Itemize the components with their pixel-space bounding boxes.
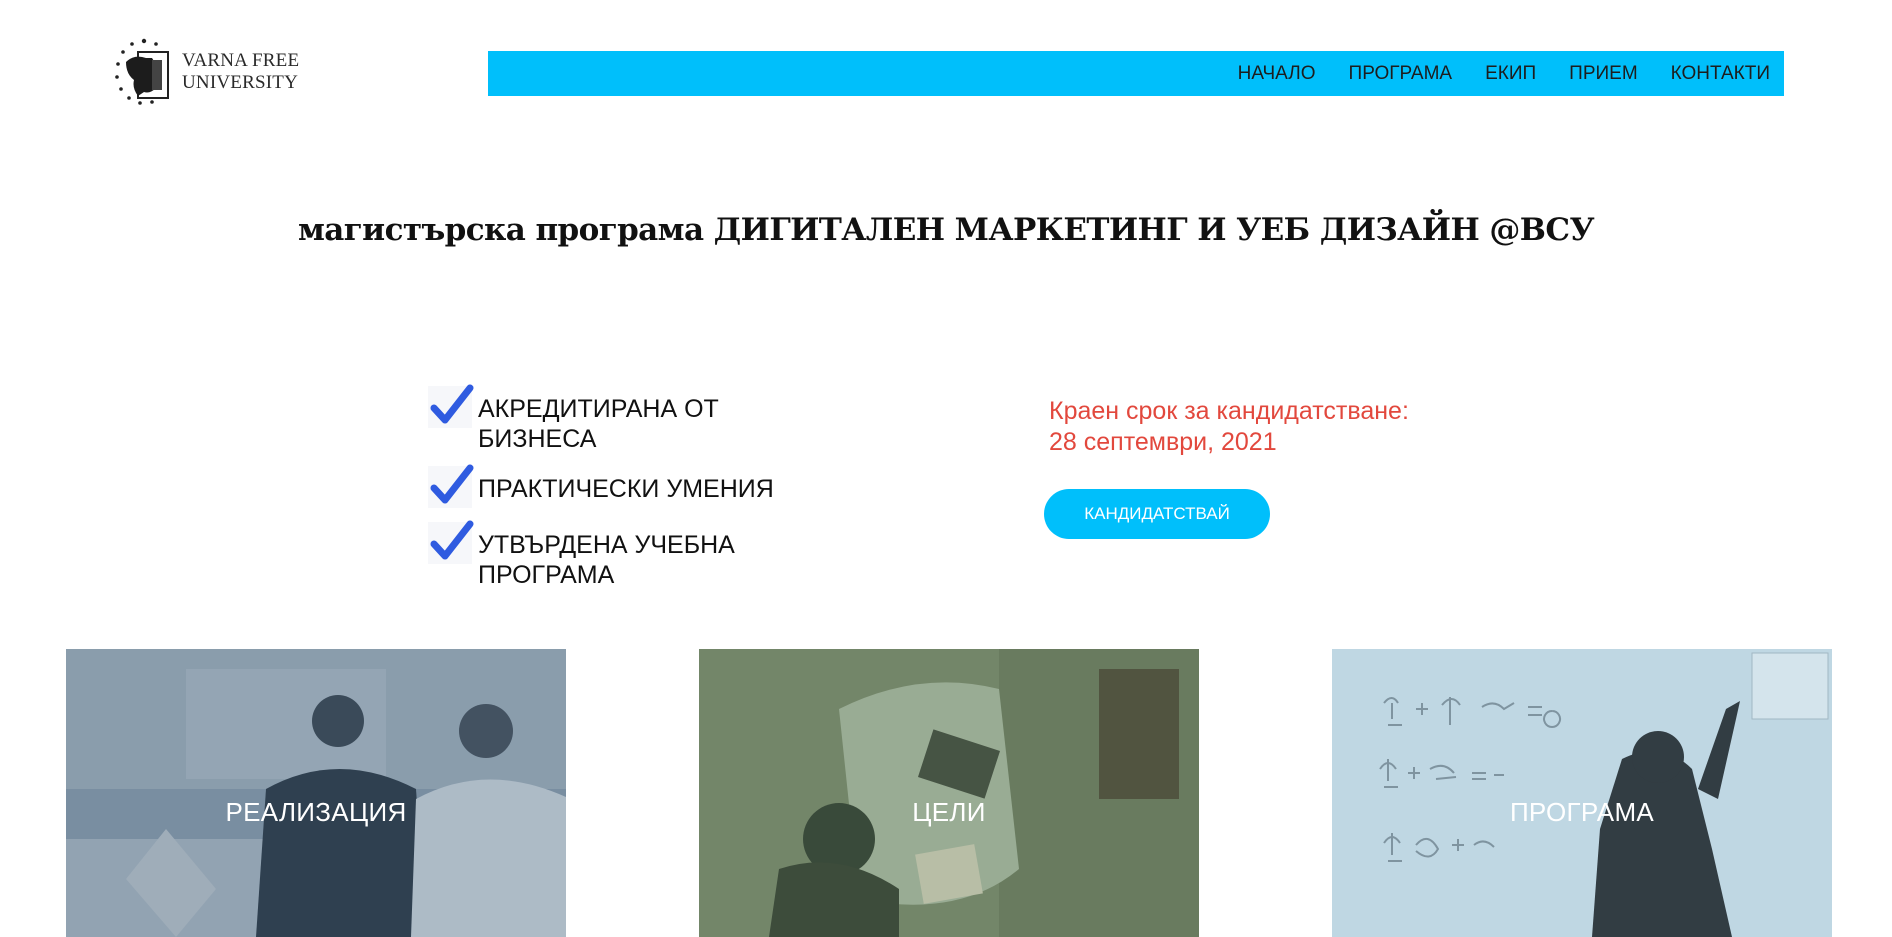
feature-label: ПРАКТИЧЕСКИ УМЕНИЯ	[478, 475, 774, 503]
university-emblem-icon	[112, 36, 176, 108]
logo-line-1: VARNA FREE	[182, 50, 300, 71]
deadline-label: Краен срок за кандидатстване:	[1049, 397, 1409, 425]
card-goals[interactable]: ЦЕЛИ	[699, 649, 1199, 937]
feature-label: АКРЕДИТИРАНА ОТ БИЗНЕСА	[478, 395, 719, 453]
nav-item-admission[interactable]: ПРИЕМ	[1569, 63, 1638, 85]
university-logo[interactable]: VARNA FREE UNIVERSITY	[112, 36, 302, 108]
card-program[interactable]: ПРОГРАМА	[1332, 649, 1832, 937]
application-deadline: Краен срок за кандидатстване: 28 септемв…	[1049, 396, 1469, 458]
feature-item: АКРЕДИТИРАНА ОТ БИЗНЕСА	[428, 384, 868, 454]
checkmark-icon	[428, 464, 474, 508]
feature-item: УТВЪРДЕНА УЧЕБНА ПРОГРАМА	[428, 520, 868, 590]
checkmark-icon	[428, 384, 474, 428]
nav-item-program[interactable]: ПРОГРАМА	[1349, 63, 1453, 85]
deadline-date: 28 септември, 2021	[1049, 428, 1277, 456]
main-nav: НАЧАЛО ПРОГРАМА ЕКИП ПРИЕМ КОНТАКТИ	[488, 51, 1784, 96]
nav-item-home[interactable]: НАЧАЛО	[1238, 63, 1316, 85]
page-title: магистърска програма ДИГИТАЛЕН МАРКЕТИНГ…	[297, 212, 1595, 248]
card-label: ЦЕЛИ	[912, 797, 986, 827]
apply-button[interactable]: КАНДИДАТСТВАЙ	[1044, 489, 1270, 539]
card-label: ПРОГРАМА	[1509, 797, 1655, 827]
business-meeting-image	[66, 649, 566, 937]
workspace-image	[699, 649, 1199, 937]
card-label: РЕАЛИЗАЦИЯ	[225, 797, 407, 827]
logo-line-2: UNIVERSITY	[182, 72, 298, 93]
features-list: АКРЕДИТИРАНА ОТ БИЗНЕСА ПРАКТИЧЕСКИ УМЕН…	[428, 384, 868, 602]
nav-item-contacts[interactable]: КОНТАКТИ	[1671, 63, 1770, 85]
card-career[interactable]: РЕАЛИЗАЦИЯ	[66, 649, 566, 937]
feature-label: УТВЪРДЕНА УЧЕБНА ПРОГРАМА	[478, 531, 735, 589]
checkmark-icon	[428, 520, 474, 564]
nav-item-team[interactable]: ЕКИП	[1485, 63, 1536, 85]
whiteboard-equations-image	[1332, 649, 1832, 937]
feature-item: ПРАКТИЧЕСКИ УМЕНИЯ	[428, 464, 868, 510]
